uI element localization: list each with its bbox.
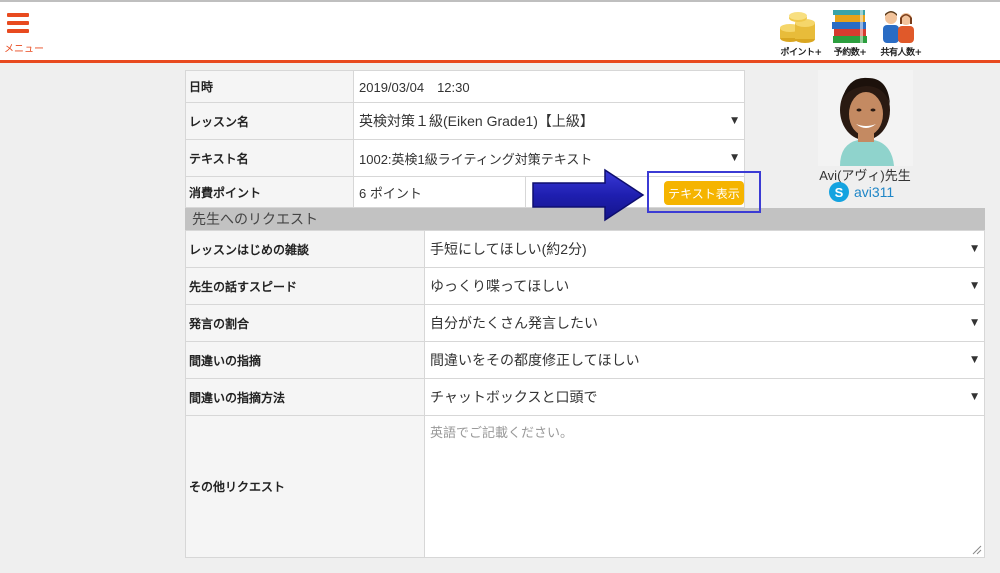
points-label: 消費ポイント <box>186 177 354 207</box>
correction-method-label: 間違いの指摘方法 <box>186 379 425 415</box>
skype-link[interactable]: S avi311 <box>829 181 894 203</box>
correction-select[interactable]: 間違いをその都度修正してほしい <box>425 342 965 378</box>
menu-label: メニュー <box>4 44 44 55</box>
hamburger-icon <box>7 13 29 37</box>
date-value: 2019/03/04 12:30 <box>359 80 470 95</box>
chevron-down-icon: ▼ <box>971 392 978 402</box>
reservations-add-button[interactable]: 予約数+ <box>823 10 877 60</box>
chevron-down-icon: ▼ <box>971 318 978 328</box>
other-request-label: その他リクエスト <box>186 416 425 557</box>
speaking-ratio-select[interactable]: 自分がたくさん発言したい <box>425 305 965 341</box>
skype-id: avi311 <box>854 184 895 200</box>
chevron-down-icon: ▼ <box>971 355 978 365</box>
correction-method-select-row[interactable]: 間違いの指摘方法 チャットボックスと口頭で ▼ <box>185 378 985 416</box>
speed-select[interactable]: ゆっくり喋ってほしい <box>425 268 965 304</box>
smalltalk-select[interactable]: 手短にしてほしい(約2分) <box>425 231 965 267</box>
correction-select-row[interactable]: 間違いの指摘 間違いをその都度修正してほしい ▼ <box>185 341 985 379</box>
teacher-portrait-icon <box>818 70 913 166</box>
skype-icon: S <box>829 182 849 202</box>
reservations-add-label: 予約数+ <box>833 48 867 58</box>
teacher-avatar[interactable] <box>818 70 913 166</box>
correction-method-select[interactable]: チャットボックスと口頭で <box>425 379 965 415</box>
correction-label: 間違いの指摘 <box>186 342 425 378</box>
top-header: メニュー ポイント+ 予約数+ 共有人数+ <box>0 0 1000 63</box>
other-request-textarea[interactable]: 英語でご記載ください。 <box>425 416 984 557</box>
text-label: テキスト名 <box>186 140 354 176</box>
other-request-placeholder: 英語でご記載ください。 <box>430 425 574 440</box>
points-add-button[interactable]: ポイント+ <box>774 10 828 60</box>
date-row: 日時 2019/03/04 12:30 <box>185 70 745 103</box>
speaking-ratio-select-row[interactable]: 発言の割合 自分がたくさん発言したい ▼ <box>185 304 985 342</box>
shared-users-add-label: 共有人数+ <box>880 48 922 58</box>
people-icon <box>883 11 914 43</box>
shared-users-add-button[interactable]: 共有人数+ <box>874 10 928 60</box>
speed-select-row[interactable]: 先生の話すスピード ゆっくり喋ってほしい ▼ <box>185 267 985 305</box>
chevron-down-icon: ▼ <box>731 116 738 126</box>
points-value: 6 ポイント <box>354 177 526 207</box>
books-icon <box>832 10 867 43</box>
smalltalk-select-row[interactable]: レッスンはじめの雑談 手短にしてほしい(約2分) ▼ <box>185 230 985 268</box>
points-add-label: ポイント+ <box>780 48 822 58</box>
show-text-button[interactable]: テキスト表示 <box>664 181 744 205</box>
resize-handle-icon[interactable] <box>972 545 982 555</box>
menu-button[interactable]: メニュー <box>4 10 48 56</box>
annotation-arrow-icon <box>532 168 645 222</box>
speaking-ratio-label: 発言の割合 <box>186 305 425 341</box>
chevron-down-icon: ▼ <box>971 281 978 291</box>
lesson-select[interactable]: 英検対策１級(Eiken Grade1)【上級】 <box>354 103 744 139</box>
lesson-select-row[interactable]: レッスン名 英検対策１級(Eiken Grade1)【上級】 ▼ <box>185 102 745 140</box>
date-label: 日時 <box>186 71 354 102</box>
smalltalk-label: レッスンはじめの雑談 <box>186 231 425 267</box>
lesson-label: レッスン名 <box>186 103 354 139</box>
other-request-row: その他リクエスト 英語でご記載ください。 <box>185 415 985 558</box>
speed-label: 先生の話すスピード <box>186 268 425 304</box>
chevron-down-icon: ▼ <box>731 153 738 163</box>
chevron-down-icon: ▼ <box>971 244 978 254</box>
coins-icon <box>780 12 815 43</box>
